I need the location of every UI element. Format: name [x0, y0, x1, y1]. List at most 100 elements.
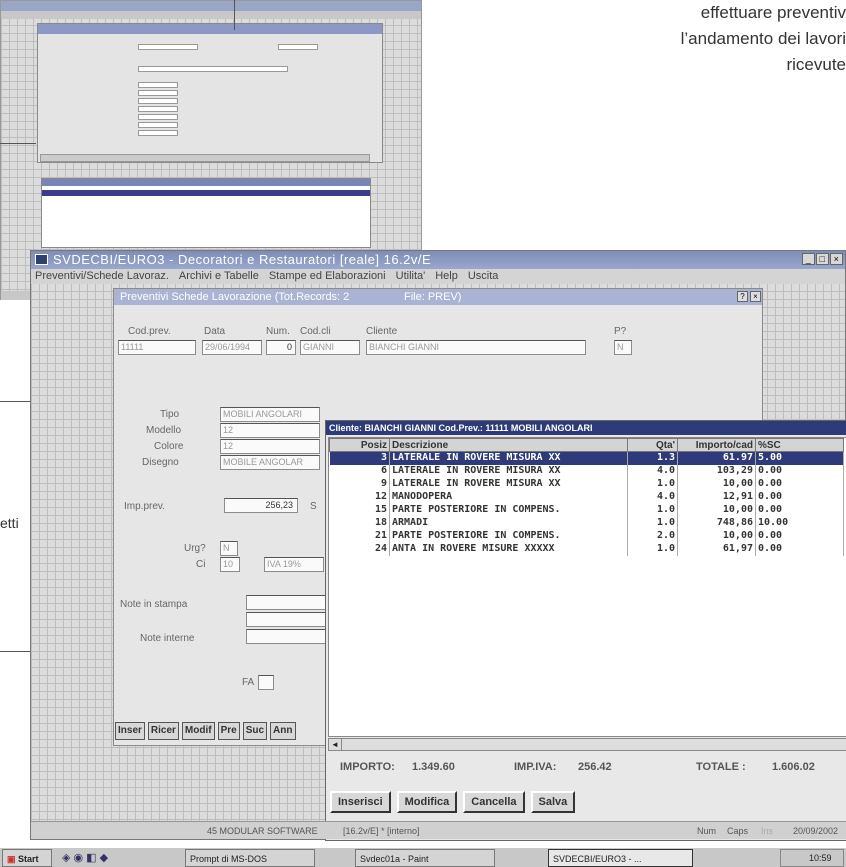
table-cell: 103,29	[677, 464, 756, 478]
status-ins: Ins	[761, 826, 774, 836]
pre-button[interactable]: Pre	[217, 722, 240, 740]
codcli-field[interactable]: GIANNI	[300, 340, 360, 355]
maximize-icon[interactable]: □	[816, 253, 829, 265]
app-icon	[35, 254, 48, 265]
table-header-row: Posiz Descrizione Qta' Importo/cad %SC	[329, 438, 844, 452]
col-descrizione[interactable]: Descrizione	[389, 438, 628, 452]
clock: 10:59	[809, 853, 832, 863]
close-icon[interactable]: ×	[830, 253, 843, 265]
form-button-row: Inser Ricer Modif Pre Suc Ann	[115, 722, 296, 740]
modello-field[interactable]: 12	[220, 423, 320, 438]
table-cell: 21	[329, 529, 390, 543]
background-list	[41, 178, 371, 248]
caption-line: ricevute	[786, 55, 846, 74]
label-disegno: Disegno	[142, 457, 179, 468]
table-button-row: Inserisci Modifica Cancella Salva	[330, 791, 576, 813]
note-stampa-field-2[interactable]	[246, 612, 326, 627]
iva-field[interactable]: IVA 19%	[264, 557, 324, 572]
menu-utilita[interactable]: Utilita'	[396, 269, 426, 284]
menu-help[interactable]: Help	[435, 269, 458, 284]
table-cell: 10,00	[677, 529, 756, 543]
menu-archivi[interactable]: Archivi e Tabelle	[179, 269, 259, 284]
table-cell: LATERALE IN ROVERE MISURA XX	[389, 464, 628, 478]
caption-line: l’andamento dei lavori	[680, 29, 846, 48]
urg-field[interactable]: N	[220, 541, 238, 556]
start-button[interactable]: ▣ Start	[2, 849, 52, 867]
data-field[interactable]: 29/06/1994	[202, 340, 262, 355]
colore-field[interactable]: 12	[220, 439, 320, 454]
minimize-icon[interactable]: _	[802, 253, 815, 265]
table-cell: 2.0	[627, 529, 678, 543]
modifica-button[interactable]: Modifica	[396, 791, 458, 813]
background-form-window	[37, 23, 383, 163]
table-row[interactable]: 18 ARMADI 1.0 748,86 10.00	[329, 516, 844, 530]
menu-uscita[interactable]: Uscita	[468, 269, 499, 284]
table-cell: 18	[329, 516, 390, 530]
col-importo[interactable]: Importo/cad	[677, 438, 756, 452]
quick-launch-icons[interactable]: ◈ ◉ ◧ ◆	[62, 851, 172, 865]
ann-button[interactable]: Ann	[270, 722, 296, 740]
label-note-interne: Note interne	[140, 633, 195, 644]
col-sconto[interactable]: %SC	[755, 438, 844, 452]
task-msdos[interactable]: Prompt di MS-DOS	[185, 849, 315, 867]
background-titlebar	[1, 1, 421, 11]
cliente-field[interactable]: BIANCHI GIANNI	[366, 340, 586, 355]
ricer-button[interactable]: Ricer	[147, 722, 179, 740]
p-field[interactable]: N	[614, 340, 632, 355]
inser-button[interactable]: Inser	[115, 722, 145, 740]
importo-label: IMPORTO:	[340, 761, 395, 773]
label-cliente: Cliente	[366, 326, 398, 337]
table-row[interactable]: 6 LATERALE IN ROVERE MISURA XX 4.0 103,29 0.…	[329, 464, 844, 478]
codprev-field[interactable]: 11111	[118, 340, 196, 355]
table-cell: 1.3	[627, 451, 678, 465]
label-fa: FA	[242, 677, 255, 688]
window-title: SVDECBI/EURO3 - Decoratori e Restaurator…	[53, 252, 432, 267]
label-tipo: Tipo	[160, 409, 180, 420]
salva-button[interactable]: Salva	[530, 791, 576, 813]
menu-stampe[interactable]: Stampe ed Elaborazioni	[269, 269, 386, 284]
table-cell: 1.0	[627, 542, 678, 556]
task-paint[interactable]: Svdec01a - Paint	[355, 849, 495, 867]
table-title: Cliente: BIANCHI GIANNI Cod.Prev.: 11111…	[326, 421, 846, 435]
num-field[interactable]: 0	[266, 340, 296, 355]
table-row[interactable]: 3 LATERALE IN ROVERE MISURA XX 1.3 61.97 5.0…	[329, 451, 844, 465]
table-row[interactable]: 12 MANODOPERA 4.0 12,91 0.00	[329, 490, 844, 504]
horizontal-scrollbar[interactable]: ◄	[328, 738, 846, 751]
table-row[interactable]: 9 LATERALE IN ROVERE MISURA XX 1.0 10,00 0.0…	[329, 477, 844, 491]
note-stampa-field-1[interactable]	[246, 595, 326, 610]
table-cell: PARTE POSTERIORE IN COMPENS.	[389, 503, 628, 517]
scroll-left-icon[interactable]: ◄	[329, 739, 342, 750]
suc-button[interactable]: Suc	[242, 722, 268, 740]
disegno-field[interactable]: MOBILE ANGOLAR	[220, 455, 320, 470]
start-label: Start	[18, 854, 39, 864]
table-cell: 3	[329, 451, 390, 465]
form-file: File: PREV)	[404, 291, 462, 303]
main-window: SVDECBI/EURO3 - Decoratori e Restaurator…	[30, 250, 846, 841]
cancella-button[interactable]: Cancella	[463, 791, 525, 813]
col-posiz[interactable]: Posiz	[329, 438, 390, 452]
table-cell: LATERALE IN ROVERE MISURA XX	[389, 451, 628, 465]
ci-field[interactable]: 10	[220, 557, 240, 572]
close-icon[interactable]: ×	[750, 291, 761, 302]
table-row[interactable]: 24 ANTA IN ROVERE MISURE XXXXX 1.0 61,97 0.0…	[329, 542, 844, 556]
label-num: Num.	[266, 326, 290, 337]
label-ci: Ci	[196, 559, 206, 570]
detail-table: Posiz Descrizione Qta' Importo/cad %SC 3…	[329, 438, 844, 556]
tipo-field[interactable]: MOBILI ANGOLARI	[220, 407, 320, 422]
fa-field[interactable]	[258, 675, 274, 690]
menu-preventivi[interactable]: Preventivi/Schede Lavoraz.	[35, 269, 169, 284]
table-cell: 12	[329, 490, 390, 504]
impprev-field[interactable]: 256,23	[224, 498, 298, 513]
table-row[interactable]: 21 PARTE POSTERIORE IN COMPENS. 2.0 10,00 0.…	[329, 529, 844, 543]
totale-label: TOTALE :	[696, 761, 746, 773]
modif-button[interactable]: Modif	[181, 722, 215, 740]
note-interne-field[interactable]	[246, 629, 326, 644]
table-cell: 61.97	[677, 451, 756, 465]
col-qta[interactable]: Qta'	[627, 438, 678, 452]
task-svdecbi[interactable]: SVDECBI/EURO3 - ...	[548, 849, 693, 867]
table-cell: 24	[329, 542, 390, 556]
table-row[interactable]: 15 PARTE POSTERIORE IN COMPENS. 1.0 10,00 0.…	[329, 503, 844, 517]
help-icon[interactable]: ?	[737, 291, 748, 302]
callout-line	[0, 143, 36, 144]
inserisci-button[interactable]: Inserisci	[330, 791, 391, 813]
